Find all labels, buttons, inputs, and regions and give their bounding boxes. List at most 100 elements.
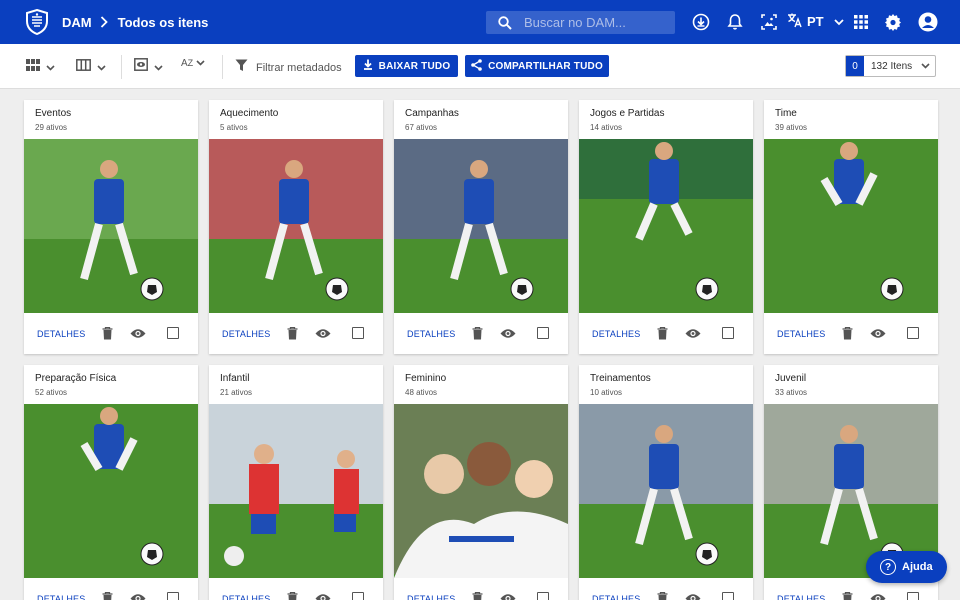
image-select-icon[interactable]	[759, 12, 779, 32]
card-thumbnail[interactable]	[209, 404, 383, 578]
eye-icon[interactable]	[500, 590, 516, 600]
select-checkbox[interactable]	[165, 325, 181, 341]
card-title: Campanhas	[405, 108, 459, 119]
item-count-select[interactable]: 0 132 Itens	[845, 55, 936, 77]
asset-card[interactable]: Time 39 ativos DETALHES	[764, 100, 938, 354]
search-input[interactable]	[524, 15, 664, 30]
details-button[interactable]: DETALHES	[222, 329, 270, 339]
select-checkbox[interactable]	[905, 590, 921, 600]
preview-toggle[interactable]	[134, 58, 163, 76]
details-button[interactable]: DETALHES	[37, 594, 85, 600]
checkbox-icon	[352, 327, 364, 339]
eye-icon[interactable]	[500, 325, 516, 341]
asset-card[interactable]: Infantil 21 ativos DETALHES	[209, 365, 383, 600]
gear-icon[interactable]	[883, 12, 903, 32]
eye-icon[interactable]	[870, 325, 886, 341]
asset-card[interactable]: Jogos e Partidas 14 ativos DETALHES	[579, 100, 753, 354]
checkbox-icon	[722, 592, 734, 600]
eye-icon[interactable]	[315, 590, 331, 600]
card-title: Feminino	[405, 373, 447, 384]
select-checkbox[interactable]	[535, 325, 551, 341]
trash-icon[interactable]	[469, 325, 485, 341]
apps-grid-icon[interactable]	[851, 12, 871, 32]
trash-icon[interactable]	[654, 590, 670, 600]
language-label: PT	[807, 14, 824, 29]
trash-icon[interactable]	[469, 590, 485, 600]
asset-card[interactable]: Preparação Física 52 ativos DETALHES	[24, 365, 198, 600]
card-thumbnail[interactable]	[24, 139, 198, 313]
card-thumbnail[interactable]	[579, 404, 753, 578]
checkbox-icon	[907, 327, 919, 339]
card-title: Treinamentos	[590, 373, 651, 384]
grid-view-toggle[interactable]	[26, 58, 55, 76]
eye-icon[interactable]	[130, 590, 146, 600]
search-icon	[498, 15, 512, 30]
account-icon[interactable]	[917, 11, 939, 33]
details-button[interactable]: DETALHES	[777, 329, 825, 339]
details-button[interactable]: DETALHES	[222, 594, 270, 600]
card-asset-count: 52 ativos	[35, 388, 68, 397]
select-checkbox[interactable]	[350, 325, 366, 341]
filter-metadata-button[interactable]: Filtrar metadados	[235, 59, 342, 77]
asset-card[interactable]: Aquecimento 5 ativos DETALHES	[209, 100, 383, 354]
card-actions: DETALHES	[209, 313, 383, 354]
bell-icon[interactable]	[725, 12, 745, 32]
select-checkbox[interactable]	[535, 590, 551, 600]
select-checkbox[interactable]	[165, 590, 181, 600]
asset-card[interactable]: Campanhas 67 ativos DETALHES	[394, 100, 568, 354]
asset-grid: Eventos 29 ativos DETALHES Aquecimento 5…	[24, 100, 938, 600]
sort-az-icon: AZ	[181, 58, 205, 69]
select-checkbox[interactable]	[905, 325, 921, 341]
details-button[interactable]: DETALHES	[37, 329, 85, 339]
details-button[interactable]: DETALHES	[592, 594, 640, 600]
eye-icon[interactable]	[685, 590, 701, 600]
card-thumbnail[interactable]	[24, 404, 198, 578]
details-button[interactable]: DETALHES	[407, 329, 455, 339]
card-asset-count: 67 ativos	[405, 123, 438, 132]
details-button[interactable]: DETALHES	[407, 594, 455, 600]
trash-icon[interactable]	[284, 590, 300, 600]
card-thumbnail[interactable]	[209, 139, 383, 313]
trash-icon[interactable]	[284, 325, 300, 341]
eye-icon[interactable]	[870, 590, 886, 600]
breadcrumb-root[interactable]: DAM	[62, 15, 92, 30]
card-title: Time	[775, 108, 797, 119]
checkbox-icon	[537, 592, 549, 600]
download-circle-icon[interactable]	[691, 12, 711, 32]
card-actions: DETALHES	[24, 313, 198, 354]
checkbox-icon	[537, 327, 549, 339]
card-thumbnail[interactable]	[764, 139, 938, 313]
eye-icon[interactable]	[315, 325, 331, 341]
checkbox-icon	[352, 592, 364, 600]
filter-label: Filtrar metadados	[256, 62, 342, 74]
language-selector[interactable]: PT	[787, 12, 844, 31]
card-thumbnail[interactable]	[394, 139, 568, 313]
card-thumbnail[interactable]	[394, 404, 568, 578]
select-checkbox[interactable]	[720, 325, 736, 341]
search-bar[interactable]	[486, 11, 675, 34]
card-title: Eventos	[35, 108, 72, 119]
select-checkbox[interactable]	[720, 590, 736, 600]
sort-toggle[interactable]: AZ	[181, 58, 205, 69]
trash-icon[interactable]	[839, 325, 855, 341]
asset-card[interactable]: Treinamentos 10 ativos DETALHES	[579, 365, 753, 600]
trash-icon[interactable]	[839, 590, 855, 600]
select-checkbox[interactable]	[350, 590, 366, 600]
share-all-button[interactable]: COMPARTILHAR TUDO	[465, 55, 609, 77]
eye-icon[interactable]	[685, 325, 701, 341]
download-all-label: BAIXAR TUDO	[378, 60, 451, 72]
trash-icon[interactable]	[99, 590, 115, 600]
trash-icon[interactable]	[654, 325, 670, 341]
details-button[interactable]: DETALHES	[592, 329, 640, 339]
eye-icon[interactable]	[130, 325, 146, 341]
shield-crest-icon[interactable]	[24, 9, 50, 35]
asset-card[interactable]: Eventos 29 ativos DETALHES	[24, 100, 198, 354]
columns-toggle[interactable]	[76, 58, 106, 76]
asset-card[interactable]: Feminino 48 ativos DETALHES	[394, 365, 568, 600]
card-thumbnail[interactable]	[579, 139, 753, 313]
card-asset-count: 39 ativos	[775, 123, 808, 132]
trash-icon[interactable]	[99, 325, 115, 341]
download-all-button[interactable]: BAIXAR TUDO	[355, 55, 458, 77]
help-button[interactable]: ? Ajuda	[866, 551, 947, 583]
details-button[interactable]: DETALHES	[777, 594, 825, 600]
